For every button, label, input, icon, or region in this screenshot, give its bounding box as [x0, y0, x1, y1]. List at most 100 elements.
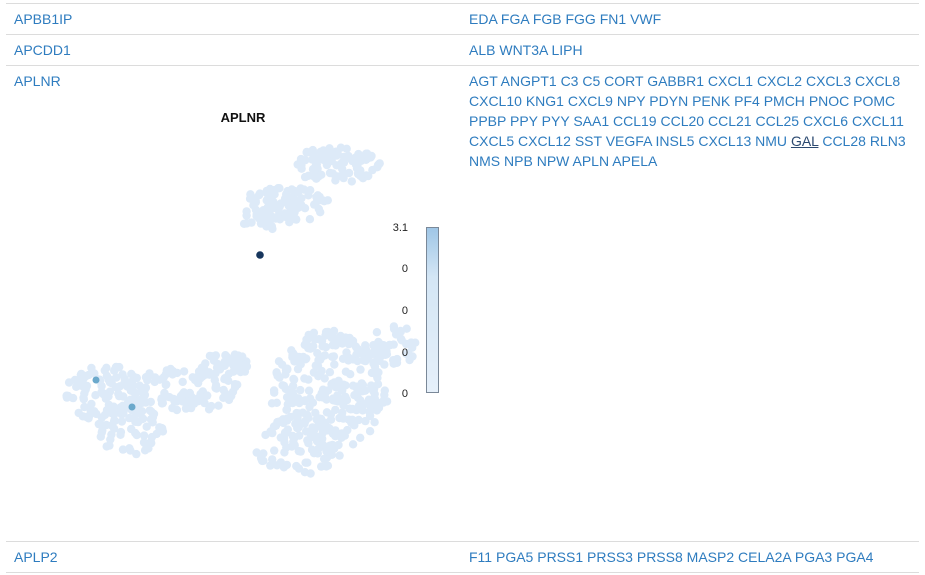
- cell-point: [365, 427, 375, 436]
- cell-point: [312, 197, 322, 206]
- cell-point: [299, 352, 308, 362]
- cell-point: [283, 425, 292, 434]
- cell-point: [289, 374, 298, 384]
- cell-point: [179, 367, 189, 376]
- cell-point: [280, 194, 290, 203]
- cell-point: [162, 380, 171, 389]
- cell-point: [254, 191, 264, 200]
- cell-point: [267, 399, 277, 408]
- cell-point: [365, 407, 374, 417]
- cell-point: [322, 447, 331, 456]
- cell-point: [194, 397, 203, 406]
- cell-point: [239, 219, 249, 228]
- cell-point: [293, 364, 303, 374]
- cell-point: [117, 417, 127, 426]
- cell-point: [364, 171, 373, 181]
- cell-point: [289, 434, 299, 443]
- cell-point: [296, 385, 305, 395]
- cell-point: [141, 373, 151, 382]
- cell-point: [97, 428, 107, 437]
- cell-point: [87, 363, 96, 373]
- cell-point: [150, 377, 159, 387]
- cell-point: [307, 430, 316, 439]
- cell-point: [147, 438, 156, 448]
- cell-point: [356, 152, 365, 161]
- cell-point: [320, 155, 330, 164]
- cell-point: [178, 390, 187, 399]
- cell-point: [339, 414, 348, 423]
- cell-point: [270, 388, 279, 397]
- cell-point: [314, 372, 323, 381]
- cell-point: [304, 330, 313, 340]
- cell-point: [181, 404, 191, 413]
- cell-point: [220, 361, 229, 370]
- colorbar-tick: 0: [401, 388, 408, 400]
- cell-point: [342, 395, 351, 404]
- cell-point: [204, 405, 214, 414]
- colorbar-tick: 3.1: [392, 222, 408, 234]
- cell-point: [309, 172, 319, 181]
- cell-point-expressing: [128, 403, 136, 411]
- cell-point-expressing: [92, 376, 100, 384]
- cell-point: [374, 368, 383, 377]
- cell-point: [178, 377, 187, 387]
- cell-point: [292, 461, 301, 471]
- cell-point: [290, 186, 299, 196]
- cell-point: [346, 370, 355, 379]
- cell-point: [291, 351, 300, 361]
- cell-point: [259, 456, 268, 465]
- cell-point: [101, 394, 111, 403]
- cell-point: [132, 449, 141, 459]
- cell-point: [270, 190, 279, 199]
- cell-point: [305, 215, 315, 224]
- cell-point: [313, 422, 322, 431]
- cell-point: [361, 341, 370, 350]
- cell-point: [318, 440, 327, 449]
- colorbar-tick: 0: [401, 305, 408, 317]
- cell-point: [326, 149, 335, 158]
- cell-point: [205, 351, 215, 361]
- cell-point: [326, 410, 336, 419]
- cell-point: [346, 405, 355, 414]
- cell-point: [68, 393, 78, 403]
- cell-point: [219, 385, 228, 395]
- cell-point: [300, 468, 310, 477]
- cell-point: [345, 333, 354, 343]
- cell-point: [114, 389, 123, 398]
- cell-point: [230, 383, 240, 392]
- cell-point: [368, 386, 378, 395]
- cell-point: [301, 458, 310, 467]
- cell-point: [258, 213, 267, 223]
- cell-point: [269, 197, 278, 206]
- cell-point: [267, 222, 277, 231]
- cell-point: [335, 451, 344, 460]
- cell-point: [304, 344, 313, 353]
- cell-point: [344, 353, 354, 362]
- cell-point: [280, 209, 290, 218]
- cell-point: [353, 387, 362, 396]
- cell-point: [106, 435, 115, 444]
- cell-point: [137, 415, 147, 424]
- cell-point: [317, 462, 326, 471]
- cell-point: [347, 177, 356, 186]
- cell-point: [372, 328, 382, 337]
- cell-point: [261, 430, 270, 440]
- cell-point: [336, 143, 346, 152]
- cell-point: [333, 382, 342, 391]
- cell-point: [91, 391, 100, 400]
- cell-point: [331, 341, 340, 350]
- cell-point: [283, 400, 292, 409]
- cell-point: [318, 393, 327, 402]
- cell-point: [279, 381, 289, 391]
- cell-point: [221, 351, 230, 360]
- cell-point: [300, 172, 310, 182]
- cell-point: [282, 460, 292, 470]
- cell-point: [311, 161, 320, 171]
- cell-point: [70, 375, 80, 385]
- cell-point: [79, 393, 88, 402]
- cell-point: [348, 156, 357, 166]
- cell-point: [289, 198, 298, 207]
- cell-point: [361, 386, 370, 395]
- cell-point: [313, 361, 323, 371]
- cell-point: [282, 393, 292, 402]
